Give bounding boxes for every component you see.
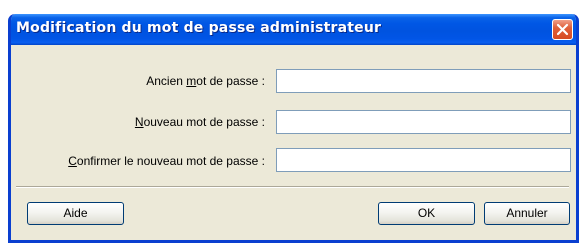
new-password-field[interactable] bbox=[276, 110, 571, 134]
old-password-label: Ancien mot de passe : bbox=[146, 74, 265, 88]
confirm-password-field[interactable] bbox=[276, 148, 571, 172]
button-separator bbox=[16, 186, 569, 188]
ok-button[interactable]: OK bbox=[378, 202, 475, 225]
help-button[interactable]: Aide bbox=[27, 202, 124, 225]
new-password-label: Nouveau mot de passe : bbox=[134, 115, 265, 129]
title-bar[interactable]: Modification du mot de passe administrat… bbox=[11, 14, 576, 45]
cancel-button[interactable]: Annuler bbox=[484, 202, 570, 225]
window-title: Modification du mot de passe administrat… bbox=[16, 20, 382, 36]
close-button[interactable] bbox=[552, 19, 573, 40]
close-x-icon bbox=[556, 23, 569, 36]
old-password-field[interactable] bbox=[276, 69, 571, 93]
confirm-password-label: Confirmer le nouveau mot de passe : bbox=[68, 154, 265, 168]
password-change-dialog: Modification du mot de passe administrat… bbox=[8, 14, 579, 243]
